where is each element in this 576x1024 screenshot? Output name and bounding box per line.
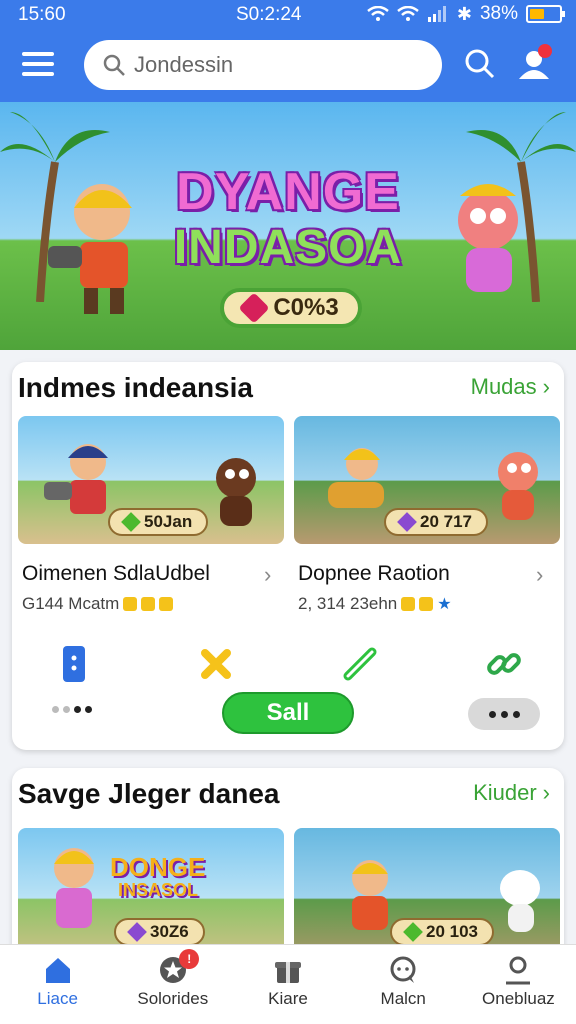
chevron-right-icon[interactable]: › <box>536 562 543 588</box>
top-bar: 15:60 S0:2:24 ✱ 38% <box>0 0 576 102</box>
game-thumbnail-1[interactable]: 50Jan <box>18 416 284 544</box>
thumb-character-5 <box>54 848 94 928</box>
status-time: 15:60 <box>18 4 66 25</box>
signal-icon <box>427 6 446 22</box>
notification-badge: ! <box>179 949 200 969</box>
profile-notification-button[interactable] <box>514 44 554 84</box>
action-link-button[interactable] <box>338 642 382 686</box>
chevron-right-icon: › <box>542 374 550 399</box>
item-name[interactable]: Oimenen SdlaUdbel <box>22 562 210 586</box>
page-indicator <box>52 706 92 713</box>
nav-label: Liace <box>37 989 78 1008</box>
hero-title-line1: DYANGE <box>176 163 400 221</box>
status-icons: ✱ 38% <box>367 3 565 25</box>
thumb-price-value: 50Jan <box>144 512 193 531</box>
magnifier-icon <box>465 49 495 79</box>
nav-item-malcn[interactable]: Malcn <box>346 945 461 1024</box>
bookmark-icon <box>63 646 85 682</box>
chevron-right-icon: › <box>542 780 550 805</box>
status-clock-secondary: S0:2:24 <box>236 4 302 25</box>
thumb-price-pill: 20 717 <box>384 508 488 536</box>
nav-item-solorides[interactable]: ! Solorides <box>115 945 230 1024</box>
purple-gem-icon <box>127 922 147 942</box>
coin-icon <box>401 597 416 611</box>
section-card-1: Indmes indeansia Mudas › 50Jan 20 717 Oi… <box>12 362 564 750</box>
chevron-right-icon[interactable]: › <box>264 562 271 588</box>
section-link-label: Kiuder <box>473 780 537 805</box>
thumb-art-title: DONGE <box>110 852 206 882</box>
section-title: Indmes indeansia <box>18 372 253 403</box>
action-bookmark-button[interactable] <box>52 642 96 686</box>
green-gem-icon <box>121 512 141 532</box>
battery-text: 38% <box>479 3 518 24</box>
more-options-button[interactable] <box>468 698 540 730</box>
thumb-price-pill: 50Jan <box>108 508 209 536</box>
section-title: Savge Jleger danea <box>18 778 280 809</box>
item-meta-text: 2, 314 23ehn <box>298 594 398 613</box>
wifi-icon <box>367 6 389 21</box>
notification-dot <box>538 44 552 58</box>
nav-label: Kiare <box>268 989 308 1008</box>
item-meta: 2, 314 23ehn ★ <box>298 594 452 614</box>
hero-coin-value: C0%3 <box>273 294 339 321</box>
thumb-character-4 <box>498 452 538 520</box>
thumb-art-subtitle: INSASOL <box>118 880 199 900</box>
hero-title-line2: INDASOA <box>173 221 403 274</box>
item-meta-text: G144 Mcatm <box>22 594 120 613</box>
nav-label: Solorides <box>137 989 209 1008</box>
action-share-button[interactable] <box>482 642 526 686</box>
nav-label: Onebluaz <box>482 989 555 1008</box>
status-bar: 15:60 S0:2:24 ✱ 38% <box>0 0 576 30</box>
section-link-label: Mudas <box>470 374 537 399</box>
app-bar <box>0 36 576 96</box>
chain-icon <box>487 653 521 675</box>
profile-icon <box>506 956 531 985</box>
home-icon <box>45 958 70 983</box>
hero-banner[interactable]: DYANGE INDASOA C0%3 <box>0 102 576 350</box>
section-more-link[interactable]: Mudas › <box>471 374 550 400</box>
item-name[interactable]: Dopnee Raotion <box>298 562 450 586</box>
gem-icon <box>238 292 270 324</box>
bottom-navigation: Liace ! Solorides Kiare Malcn Onebluaz <box>0 944 576 1024</box>
action-remove-button[interactable] <box>194 642 238 686</box>
nav-item-onebluaz[interactable]: Onebluaz <box>461 945 576 1024</box>
battery-icon <box>526 5 565 23</box>
sell-button[interactable]: Sall <box>222 692 354 734</box>
star-icon: ★ <box>437 596 452 613</box>
coin-icon <box>159 597 174 611</box>
gift-icon <box>275 962 301 983</box>
thumb-price-pill: 20 103 <box>390 918 494 946</box>
item-meta: G144 Mcatm <box>22 594 174 614</box>
purple-gem-icon <box>397 512 417 532</box>
link-icon <box>343 647 377 681</box>
menu-button[interactable] <box>22 52 54 80</box>
thumb-character-2 <box>216 458 256 526</box>
coin-icon <box>141 597 156 611</box>
section-card-2: Savge Jleger danea Kiuder › DONGE INSASO… <box>12 768 564 968</box>
thumb-price-value: 20 103 <box>426 922 478 941</box>
search-bar[interactable] <box>84 40 442 90</box>
thumb-price-pill: 30Z6 <box>114 918 205 946</box>
close-icon <box>201 649 231 679</box>
green-gem-icon <box>403 922 423 942</box>
section-more-link[interactable]: Kiuder › <box>473 780 550 806</box>
coin-icon <box>419 597 434 611</box>
nav-item-home[interactable]: Liace <box>0 945 115 1024</box>
thumb-price-value: 20 717 <box>420 512 472 531</box>
hero-coin-badge: C0%3 <box>220 288 362 328</box>
thumb-character-7 <box>500 870 540 932</box>
coin-icon <box>123 597 138 611</box>
thumb-price-value: 30Z6 <box>150 922 189 941</box>
bluetooth-icon: ✱ <box>456 3 472 24</box>
wifi-icon-2 <box>397 6 419 21</box>
search-icon <box>103 54 125 76</box>
search-input[interactable] <box>134 52 414 78</box>
search-button[interactable] <box>460 44 500 84</box>
game-thumbnail-2[interactable]: 20 717 <box>294 416 560 544</box>
nav-label: Malcn <box>380 989 426 1008</box>
nav-item-kiare[interactable]: Kiare <box>230 945 345 1024</box>
chat-icon <box>390 956 416 983</box>
